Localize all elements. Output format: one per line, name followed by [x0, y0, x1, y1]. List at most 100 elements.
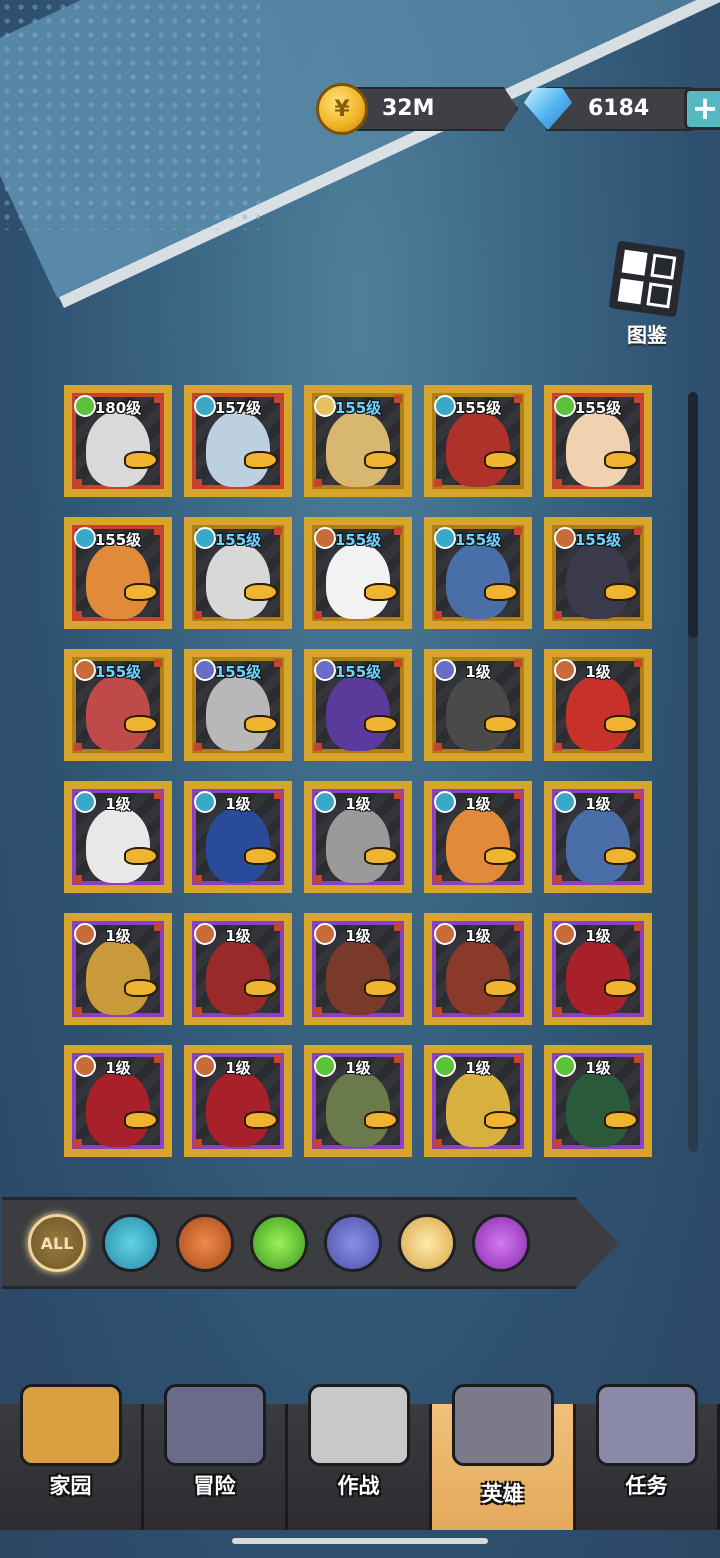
duck-beak — [364, 451, 398, 469]
hero-card-inner: 1级 — [552, 789, 644, 885]
hero-card[interactable]: 1级 — [424, 1045, 532, 1157]
frame-corner — [514, 923, 522, 931]
hero-card[interactable]: 155级 — [304, 649, 412, 761]
codex-button[interactable]: 图鉴 — [604, 240, 690, 355]
frame-corner — [274, 923, 282, 931]
hero-portrait — [446, 939, 510, 1015]
hero-card[interactable]: 155级 — [184, 649, 292, 761]
hero-level: 1级 — [225, 927, 251, 945]
duck-beak — [244, 979, 278, 997]
frame-corner — [634, 395, 642, 403]
hero-grid: 180级 157级 155级 155级 155级 155级 155级 155级 155级 155级… — [64, 385, 660, 1157]
frame-corner — [554, 1139, 562, 1147]
hero-card[interactable]: 155级 — [424, 385, 532, 497]
hero-card[interactable]: 155级 — [544, 517, 652, 629]
hero-portrait — [206, 411, 270, 487]
hero-card[interactable]: 1级 — [184, 1045, 292, 1157]
duck-beak — [604, 583, 638, 601]
nature-filter-icon[interactable] — [250, 1214, 308, 1272]
hero-card[interactable]: 1级 — [544, 781, 652, 893]
hero-level: 180级 — [94, 399, 142, 417]
biohazard-filter-icon[interactable] — [324, 1214, 382, 1272]
hero-portrait — [206, 543, 270, 619]
nav-tab-2[interactable]: 作战 — [288, 1384, 432, 1530]
hero-card[interactable]: 1级 — [424, 649, 532, 761]
hero-card-inner: 1级 — [192, 921, 284, 1017]
frame-corner — [554, 611, 562, 619]
frame-corner — [74, 1139, 82, 1147]
light-filter-icon[interactable] — [398, 1214, 456, 1272]
hero-level: 1级 — [585, 1059, 611, 1077]
hero-card[interactable]: 155级 — [304, 385, 412, 497]
frame-corner — [314, 479, 322, 487]
coin-icon: ¥ — [316, 83, 368, 135]
hero-portrait — [446, 807, 510, 883]
nav-tab-3[interactable]: 英雄 — [432, 1384, 576, 1530]
hero-portrait — [326, 807, 390, 883]
hero-card[interactable]: 155级 — [304, 517, 412, 629]
hero-card[interactable]: 155级 — [544, 385, 652, 497]
hero-card[interactable]: 155级 — [64, 649, 172, 761]
hero-portrait — [446, 543, 510, 619]
hero-card[interactable]: 1级 — [544, 649, 652, 761]
hero-level: 1级 — [465, 927, 491, 945]
hero-card[interactable]: 1级 — [184, 781, 292, 893]
hero-portrait — [446, 675, 510, 751]
hero-card[interactable]: 155级 — [184, 517, 292, 629]
hero-level: 1级 — [105, 795, 131, 813]
all-filter[interactable]: ALL — [28, 1214, 86, 1272]
nav-tab-0[interactable]: 家园 — [0, 1384, 144, 1530]
frame-corner — [634, 791, 642, 799]
frame-corner — [154, 791, 162, 799]
hero-level: 1级 — [585, 927, 611, 945]
frame-corner — [74, 875, 82, 883]
hero-card[interactable]: 1级 — [304, 781, 412, 893]
hero-card[interactable]: 1级 — [544, 913, 652, 1025]
frame-corner — [554, 479, 562, 487]
frame-corner — [314, 1007, 322, 1015]
frame-corner — [434, 479, 442, 487]
frame-corner — [434, 1007, 442, 1015]
hero-card[interactable]: 1级 — [424, 913, 532, 1025]
hero-card[interactable]: 1级 — [64, 1045, 172, 1157]
frame-corner — [74, 1007, 82, 1015]
add-gems-button[interactable]: + — [684, 88, 720, 130]
hero-card[interactable]: 1级 — [544, 1045, 652, 1157]
hero-level: 1级 — [225, 795, 251, 813]
hero-card-inner: 1级 — [312, 1053, 404, 1149]
hero-card[interactable]: 1级 — [184, 913, 292, 1025]
hero-level: 1级 — [105, 1059, 131, 1077]
gem-counter: 6184 + — [524, 87, 720, 131]
hero-card[interactable]: 1级 — [304, 913, 412, 1025]
duck-beak — [484, 583, 518, 601]
duck-beak — [244, 1111, 278, 1129]
hero-level: 155级 — [94, 531, 142, 549]
duck-beak — [604, 979, 638, 997]
hero-level: 157级 — [214, 399, 262, 417]
hero-card[interactable]: 157级 — [184, 385, 292, 497]
arcane-filter-icon[interactable] — [472, 1214, 530, 1272]
hero-card[interactable]: 1级 — [64, 913, 172, 1025]
hero-level: 1级 — [345, 1059, 371, 1077]
hero-list-scrollbar[interactable] — [688, 392, 698, 1152]
hero-card[interactable]: 155级 — [64, 517, 172, 629]
hero-level: 155级 — [334, 663, 382, 681]
melee-filter-icon[interactable] — [176, 1214, 234, 1272]
frame-corner — [394, 659, 402, 667]
hero-level: 1级 — [105, 927, 131, 945]
hero-card[interactable]: 1级 — [424, 781, 532, 893]
scrollbar-thumb[interactable] — [688, 392, 698, 638]
hero-card[interactable]: 1级 — [304, 1045, 412, 1157]
hero-card[interactable]: 180级 — [64, 385, 172, 497]
frame-corner — [74, 611, 82, 619]
hero-card[interactable]: 155级 — [424, 517, 532, 629]
nav-tab-4[interactable]: 任务 — [576, 1384, 720, 1530]
frame-corner — [194, 875, 202, 883]
frame-corner — [514, 1055, 522, 1063]
frame-corner — [74, 743, 82, 751]
mech-filter-icon[interactable] — [102, 1214, 160, 1272]
hero-portrait — [326, 543, 390, 619]
nav-tab-1[interactable]: 冒险 — [144, 1384, 288, 1530]
hero-card[interactable]: 1级 — [64, 781, 172, 893]
hero-card-inner: 155级 — [192, 657, 284, 753]
